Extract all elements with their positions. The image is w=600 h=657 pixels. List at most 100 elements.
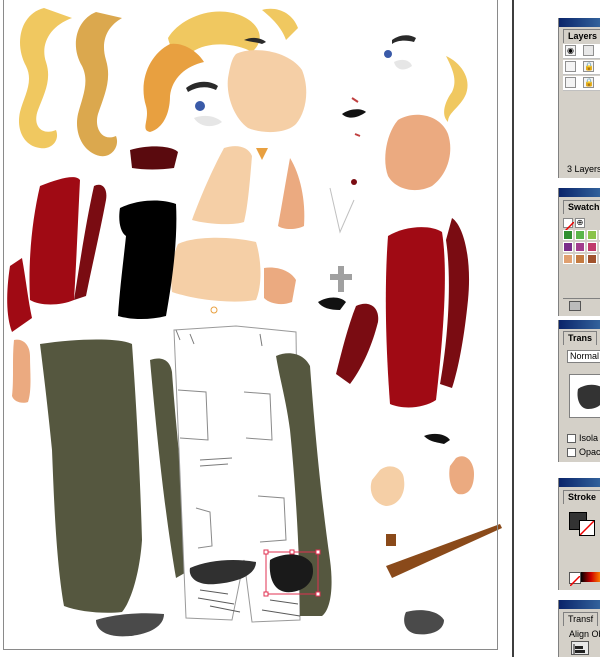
tab-layers[interactable]: Layers — [563, 29, 600, 43]
swatch-footer — [563, 298, 600, 313]
neck[interactable] — [192, 146, 252, 225]
transparency-thumbnail[interactable] — [569, 374, 600, 418]
color-swatch[interactable] — [587, 230, 597, 240]
align-left-icon — [573, 644, 585, 654]
none-icon — [569, 575, 581, 587]
collar-black[interactable] — [318, 297, 346, 311]
tab-stroke[interactable]: Stroke — [563, 490, 600, 504]
color-swatch[interactable] — [575, 242, 585, 252]
jacket-left-front[interactable] — [29, 177, 80, 305]
blend-mode-select[interactable]: Normal — [567, 350, 600, 363]
eye-icon[interactable]: ◉ — [565, 45, 576, 56]
lock-icon[interactable] — [583, 45, 594, 56]
stroke-title-bar[interactable] — [559, 478, 600, 487]
transform-panel[interactable]: Transf Align Ob — [558, 600, 600, 657]
face[interactable] — [227, 50, 307, 133]
selection-handle[interactable] — [315, 549, 321, 555]
selection-handle[interactable] — [315, 591, 321, 597]
layer-row[interactable]: ◉ — [563, 44, 600, 59]
visibility-toggle[interactable] — [565, 61, 576, 72]
color-swatch[interactable] — [587, 254, 597, 264]
layer-row[interactable]: 🔒 — [563, 76, 600, 91]
color-swatch[interactable] — [563, 242, 573, 252]
color-swatch[interactable] — [575, 254, 585, 264]
tab-transform[interactable]: Transf — [563, 612, 599, 626]
jacket-right-sleeve[interactable] — [336, 303, 379, 384]
mouth-shape[interactable] — [342, 109, 366, 118]
hair-lock-left[interactable] — [18, 8, 72, 149]
shoe-left[interactable] — [96, 613, 164, 637]
wooden-stick[interactable] — [386, 524, 502, 578]
navel[interactable] — [210, 306, 218, 314]
collar-v[interactable] — [256, 148, 268, 160]
align-left-button[interactable] — [571, 641, 589, 655]
layers-count: 3 Layers — [567, 164, 600, 174]
lock-icon[interactable]: 🔒 — [583, 77, 594, 88]
jacket-left-sleeve[interactable] — [7, 258, 32, 332]
eyebrow-left[interactable] — [186, 81, 218, 92]
swatch-registration[interactable]: ⊕ — [575, 218, 585, 228]
shoe-right[interactable] — [404, 610, 444, 635]
collar-dark[interactable] — [130, 146, 178, 170]
cross-pendant[interactable] — [330, 266, 352, 292]
none-button[interactable] — [569, 572, 581, 587]
opacity-mask-checkbox[interactable] — [567, 448, 576, 457]
isolate-blending-checkbox[interactable] — [567, 434, 576, 443]
window-divider — [512, 0, 514, 657]
transparency-title-bar[interactable] — [559, 320, 600, 329]
color-swatch[interactable] — [563, 230, 573, 240]
torso-right[interactable] — [278, 158, 305, 229]
swatch-library-icon[interactable] — [569, 301, 581, 311]
black-shirt[interactable] — [118, 200, 177, 319]
swatches-title-bar[interactable] — [559, 188, 600, 197]
selection-handle[interactable] — [263, 549, 269, 555]
layer-row[interactable]: 🔒 — [563, 60, 600, 75]
visibility-toggle[interactable] — [565, 77, 576, 88]
eye-left[interactable] — [195, 101, 205, 111]
eye-right[interactable] — [384, 50, 392, 58]
transform-title-bar[interactable] — [559, 600, 600, 609]
stick-tip[interactable] — [386, 534, 396, 546]
jacket-right-stripe[interactable] — [440, 218, 470, 388]
eyebrow-right[interactable] — [392, 35, 416, 44]
pants-left[interactable] — [40, 339, 142, 613]
lock-icon[interactable]: 🔒 — [583, 61, 594, 72]
illustrator-canvas[interactable] — [0, 0, 515, 657]
tab-transparency[interactable]: Trans — [563, 331, 598, 345]
layers-title-bar[interactable] — [559, 18, 600, 27]
gradient-bar[interactable] — [581, 572, 600, 582]
jacket-right-body[interactable] — [385, 227, 445, 408]
none-stroke-icon — [579, 520, 595, 536]
color-swatch[interactable] — [575, 230, 585, 240]
tab-swatches[interactable]: Swatch — [563, 200, 600, 214]
belly[interactable] — [171, 237, 261, 302]
character-artwork[interactable] — [0, 0, 515, 657]
dot[interactable] — [351, 179, 357, 185]
color-swatch[interactable] — [587, 242, 597, 252]
arm-left[interactable] — [12, 339, 31, 403]
swatches-panel[interactable]: Swatch ⊕ — [558, 188, 600, 316]
selection-handle[interactable] — [263, 591, 269, 597]
hair-lock-right[interactable] — [75, 12, 122, 157]
hair-right[interactable] — [444, 56, 468, 122]
stroke-swatch[interactable] — [579, 520, 595, 536]
selection-handle[interactable] — [289, 549, 295, 555]
color-swatch[interactable] — [563, 254, 573, 264]
hand-far-right[interactable] — [449, 456, 474, 495]
thumbnail-shoe-icon — [577, 384, 600, 409]
align-objects-label: Align Ob — [569, 629, 600, 639]
transparency-panel[interactable]: Trans Normal Isola Opac — [558, 320, 600, 462]
waist-right[interactable] — [264, 267, 296, 305]
hand-right[interactable] — [370, 466, 405, 506]
blend-mode-value: Normal — [570, 351, 600, 361]
isolate-label: Isola — [579, 433, 599, 443]
shadow-black[interactable] — [424, 433, 450, 444]
necklace-chain[interactable] — [329, 187, 355, 234]
cheek-shadow[interactable] — [194, 115, 222, 127]
layers-panel[interactable]: Layers ◉ 🔒 🔒 3 Layers — [558, 18, 600, 178]
stroke-panel[interactable]: Stroke — [558, 478, 600, 590]
face-side[interactable] — [385, 114, 451, 191]
cheek-right[interactable] — [394, 59, 412, 70]
hair-tuft[interactable] — [262, 8, 298, 41]
swatch-none[interactable] — [563, 218, 575, 233]
